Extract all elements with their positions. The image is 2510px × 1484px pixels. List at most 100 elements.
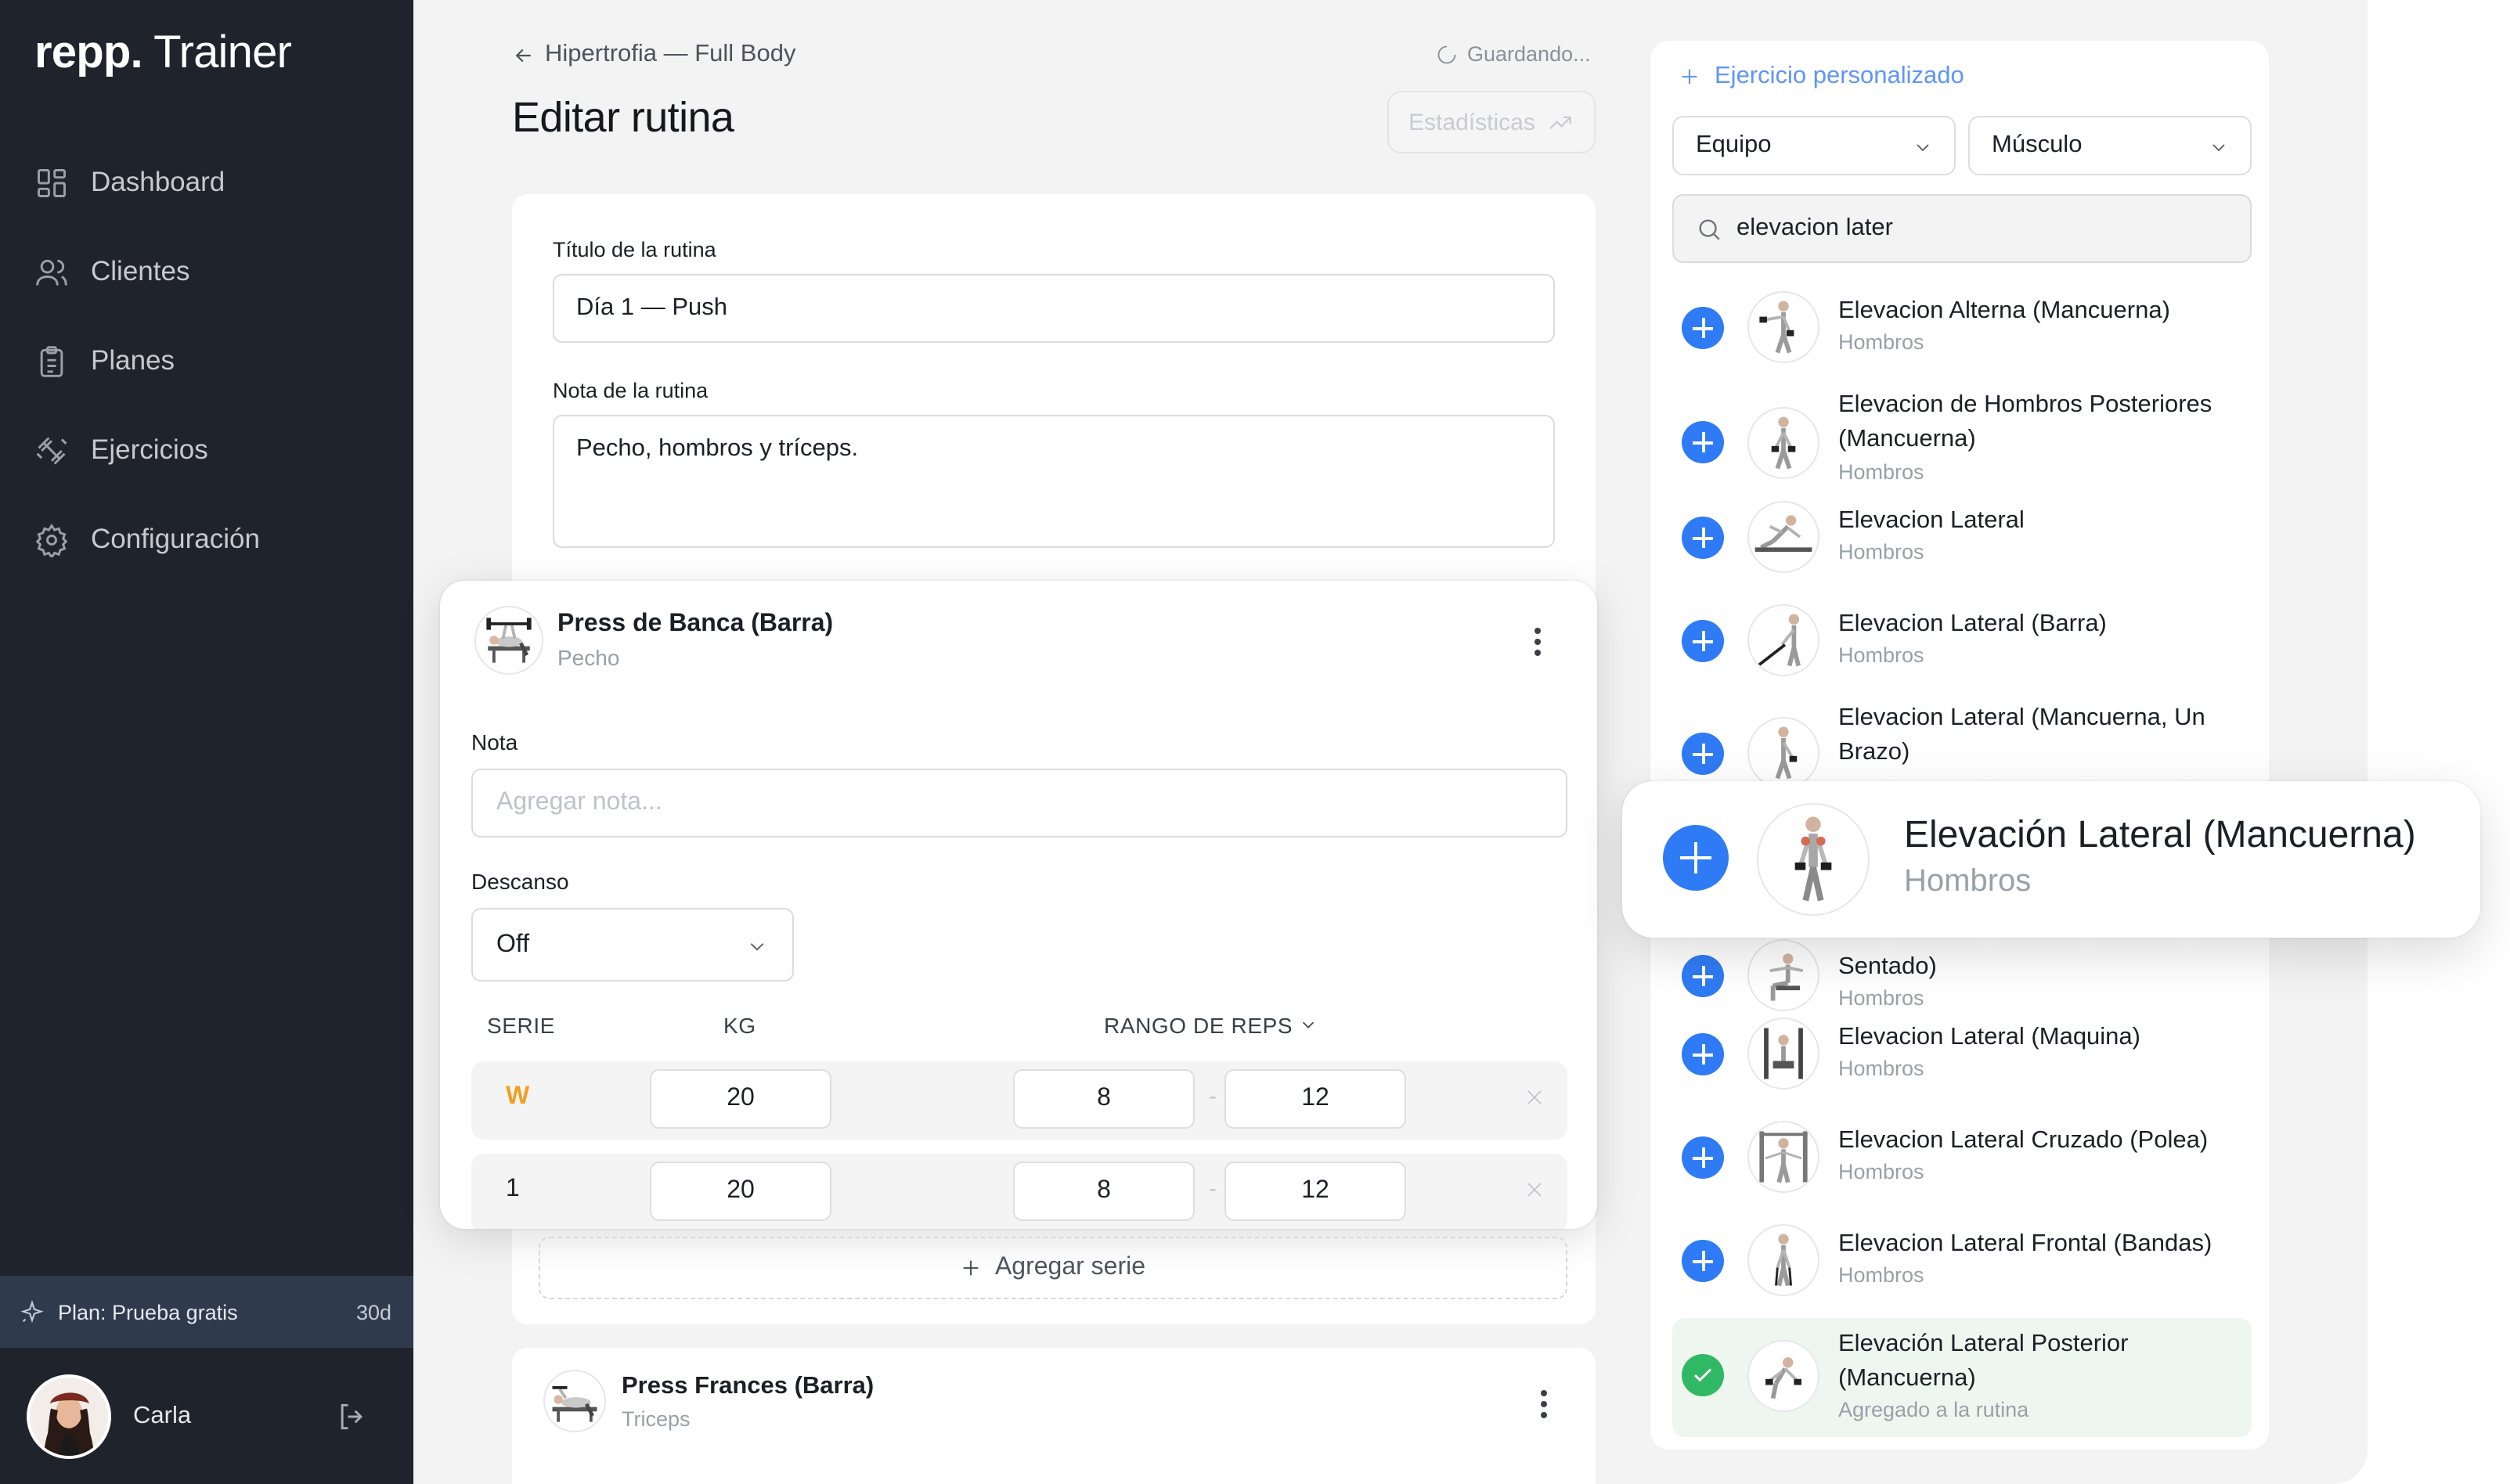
sidebar-item-label: Dashboard bbox=[91, 166, 225, 197]
exercise-name: Elevacion de Hombros Posteriores (Mancue… bbox=[1838, 391, 2212, 452]
exercise-thumbnail bbox=[1747, 604, 1819, 676]
column-header-reps[interactable]: RANGO DE REPS bbox=[1104, 1013, 1316, 1038]
exercise-muscle: Hombros bbox=[1838, 1263, 1924, 1287]
rest-select[interactable]: Off bbox=[471, 908, 794, 982]
list-item[interactable]: Elevacion Lateral (Maquina) Hombros bbox=[1672, 1014, 2252, 1093]
sidebar-item-clientes[interactable]: Clientes bbox=[0, 227, 413, 316]
reps-min-input[interactable]: 8 bbox=[1013, 1069, 1195, 1129]
add-exercise-button[interactable] bbox=[1682, 733, 1724, 775]
exercise-thumbnail bbox=[1747, 939, 1819, 1011]
exercise-library-panel: Ejercicio personalizado Equipo Músculo e… bbox=[1650, 41, 2269, 1450]
plan-label: Plan: Prueba gratis bbox=[58, 1300, 238, 1324]
avatar[interactable] bbox=[27, 1374, 111, 1458]
list-item[interactable]: Elevacion Lateral Frontal (Bandas) Hombr… bbox=[1672, 1221, 2252, 1299]
logo-text: Trainer bbox=[153, 28, 292, 78]
list-item[interactable]: Elevacion Lateral Cruzado (Polea) Hombro… bbox=[1672, 1118, 2252, 1196]
chevron-down-icon bbox=[1302, 1021, 1314, 1028]
exercise-muscle: Triceps bbox=[622, 1407, 691, 1431]
add-exercise-button[interactable] bbox=[1682, 307, 1724, 349]
list-item[interactable]: Elevacion Lateral (Mancuerna, Un Brazo) bbox=[1672, 695, 2252, 789]
highlighted-exercise-card[interactable]: Elevación Lateral (Mancuerna) Hombros bbox=[1622, 781, 2480, 938]
exercise-muscle: Hombros bbox=[1838, 986, 1924, 1010]
add-exercise-button[interactable] bbox=[1663, 825, 1729, 891]
exercise-name: Elevacion Lateral Frontal (Bandas) bbox=[1838, 1230, 2212, 1257]
exercise-search-input[interactable]: elevacion later bbox=[1672, 194, 2252, 263]
statistics-button[interactable]: Estadísticas bbox=[1387, 91, 1596, 153]
exercise-thumbnail bbox=[543, 1370, 606, 1432]
exercise-figure bbox=[1759, 1131, 1808, 1183]
add-exercise-button[interactable] bbox=[1682, 955, 1724, 997]
close-icon[interactable] bbox=[1524, 1179, 1545, 1201]
list-item[interactable]: Elevacion Lateral (Barra) Hombros bbox=[1672, 601, 2252, 679]
exercise-thumbnail bbox=[1747, 717, 1819, 789]
routine-title-input[interactable]: Día 1 — Push bbox=[553, 274, 1555, 343]
exercise-figure bbox=[1759, 301, 1794, 354]
chevron-down-icon bbox=[1917, 144, 1929, 152]
exercise-muscle: Hombros bbox=[1838, 330, 1924, 354]
column-header-reps-label: RANGO DE REPS bbox=[1104, 1013, 1293, 1038]
exercise-menu-icon[interactable] bbox=[1533, 628, 1542, 661]
reps-max-input[interactable]: 12 bbox=[1224, 1069, 1406, 1129]
exercise-name: Elevacion Lateral Cruzado (Polea) bbox=[1838, 1127, 2209, 1154]
range-separator: - bbox=[1209, 1083, 1217, 1110]
sidebar-item-ejercicios[interactable]: Ejercicios bbox=[0, 405, 413, 495]
exercise-figure bbox=[1764, 1028, 1803, 1079]
logout-icon[interactable] bbox=[335, 1399, 370, 1433]
add-exercise-button[interactable] bbox=[1682, 1033, 1724, 1075]
page-title: Editar rutina bbox=[512, 94, 734, 141]
sidebar-item-configuracion[interactable]: Configuración bbox=[0, 495, 413, 584]
add-exercise-button[interactable] bbox=[1682, 1136, 1724, 1179]
chevron-down-icon bbox=[750, 943, 764, 951]
sidebar-item-planes[interactable]: Planes bbox=[0, 316, 413, 405]
routine-note-textarea[interactable]: Pecho, hombros y tríceps. bbox=[553, 415, 1555, 548]
saving-label: Guardando... bbox=[1467, 42, 1591, 66]
reps-max-input[interactable]: 12 bbox=[1224, 1162, 1406, 1221]
equipment-filter[interactable]: Equipo bbox=[1672, 116, 1956, 175]
sidebar-item-label: Ejercicios bbox=[91, 434, 208, 465]
list-item-added[interactable]: Elevación Lateral Posterior (Mancuerna) … bbox=[1672, 1318, 2252, 1437]
close-icon[interactable] bbox=[1524, 1086, 1545, 1108]
avatar-image bbox=[30, 1377, 108, 1455]
exercise-figure bbox=[1775, 1234, 1792, 1287]
set-number[interactable]: W bbox=[506, 1083, 529, 1111]
add-exercise-button[interactable] bbox=[1682, 517, 1724, 559]
custom-exercise-link[interactable]: Ejercicio personalizado bbox=[1679, 63, 1964, 91]
exercise-name: Press de Banca (Barra) bbox=[557, 611, 834, 637]
sidebar-item-dashboard[interactable]: Dashboard bbox=[0, 138, 413, 227]
add-exercise-button[interactable] bbox=[1682, 1240, 1724, 1282]
list-item[interactable]: Elevacion de Hombros Posteriores (Mancue… bbox=[1672, 388, 2252, 498]
exercise-figure bbox=[1771, 416, 1796, 470]
exercise-name: Press Frances (Barra) bbox=[622, 1373, 875, 1399]
plan-banner[interactable]: Plan: Prueba gratis 30d bbox=[0, 1276, 413, 1348]
exercise-menu-icon[interactable] bbox=[1539, 1390, 1549, 1423]
add-exercise-button[interactable] bbox=[1682, 421, 1724, 463]
spinner-icon bbox=[1437, 45, 1456, 63]
chevron-down-icon bbox=[2212, 144, 2225, 152]
exercise-name: Sentado) bbox=[1838, 953, 1937, 980]
skullcrusher-figure bbox=[552, 1386, 597, 1422]
add-set-button[interactable]: Agregar serie bbox=[539, 1237, 1567, 1299]
breadcrumb-back-link[interactable]: Hipertrofia — Full Body bbox=[512, 41, 795, 69]
sidebar-item-label: Clientes bbox=[91, 255, 190, 286]
exercise-muscle: Hombros bbox=[1838, 540, 1924, 564]
added-check-button[interactable] bbox=[1682, 1354, 1724, 1396]
reps-min-input[interactable]: 8 bbox=[1013, 1162, 1195, 1221]
add-set-label: Agregar serie bbox=[994, 1254, 1146, 1280]
equipment-filter-label: Equipo bbox=[1696, 131, 1772, 158]
exercise-thumbnail bbox=[1747, 291, 1819, 363]
exercise-thumbnail bbox=[1747, 1121, 1819, 1193]
search-icon bbox=[1699, 219, 1720, 240]
set-number[interactable]: 1 bbox=[506, 1176, 520, 1204]
add-exercise-button[interactable] bbox=[1682, 620, 1724, 662]
list-item[interactable]: Elevacion Alterna (Mancuerna) Hombros bbox=[1672, 288, 2252, 366]
plus-icon bbox=[1682, 69, 1697, 85]
kg-input[interactable]: 20 bbox=[650, 1162, 831, 1221]
muscle-filter[interactable]: Músculo bbox=[1968, 116, 2252, 175]
list-item[interactable]: Elevacion Lateral Hombros bbox=[1672, 498, 2252, 576]
exercise-muscle: Hombros bbox=[1838, 460, 1924, 484]
exercise-figure bbox=[1775, 726, 1798, 780]
exercise-name: Elevacion Alterna (Mancuerna) bbox=[1838, 297, 2170, 324]
exercise-note-input[interactable]: Agregar nota... bbox=[471, 769, 1567, 837]
kg-input[interactable]: 20 bbox=[650, 1069, 831, 1129]
app-logo[interactable]: repp. Trainer bbox=[34, 28, 292, 80]
